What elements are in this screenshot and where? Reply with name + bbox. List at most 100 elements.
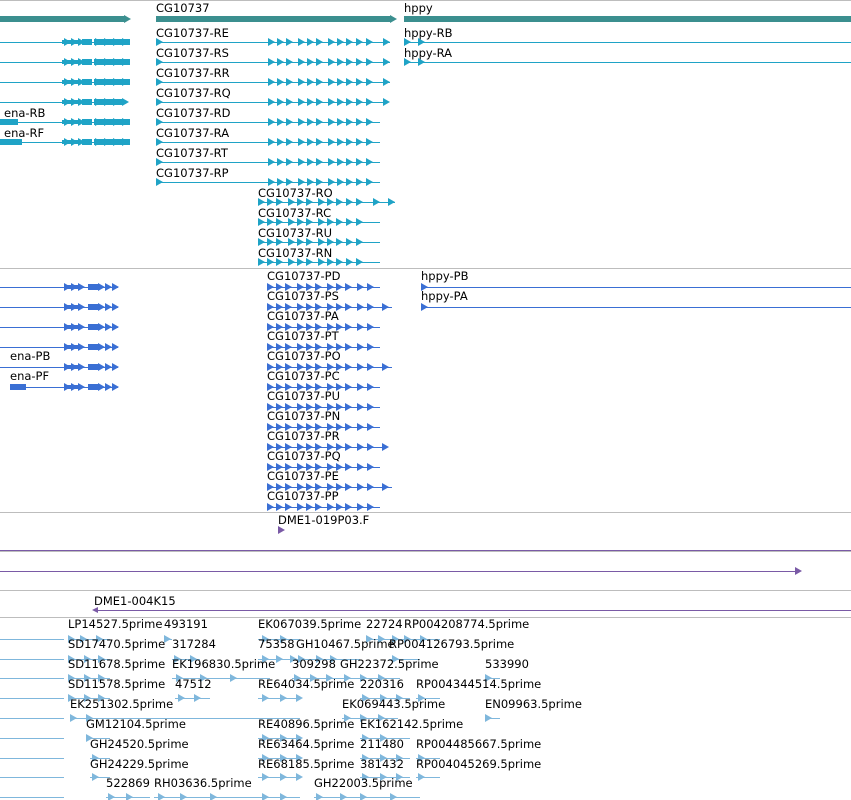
strand-arrow-icon <box>286 98 293 106</box>
feature-label: GH22003.5prime <box>314 776 413 790</box>
strand-arrow-icon <box>306 503 313 511</box>
feature-label: 47512 <box>175 677 212 691</box>
strand-arrow-icon <box>357 503 364 511</box>
strand-arrow-icon <box>210 793 217 800</box>
strand-arrow-icon <box>356 238 363 246</box>
strand-arrow-icon <box>345 283 352 291</box>
feature-exon <box>88 364 98 370</box>
strand-arrow-icon <box>307 58 314 66</box>
strand-arrow-icon <box>346 58 353 66</box>
strand-arrow-icon <box>298 78 305 86</box>
feature-label: SD17470.5prime <box>68 637 166 651</box>
feature-label: GH24520.5prime <box>90 737 189 751</box>
strand-arrow-icon <box>357 383 364 391</box>
feature-label: SD11678.5prime <box>68 657 166 671</box>
est-line <box>0 738 64 739</box>
strand-arrow-icon <box>277 38 284 46</box>
feature-label: EK251302.5prime <box>70 697 174 711</box>
strand-arrow-icon <box>122 118 129 126</box>
strand-arrow-icon <box>388 198 395 206</box>
track-separator <box>0 551 851 552</box>
strand-arrow-icon <box>156 118 163 126</box>
feature-label: 522869 <box>106 776 150 790</box>
strand-arrow-icon <box>178 694 185 702</box>
strand-arrow-icon <box>95 78 102 86</box>
strand-arrow-icon <box>357 463 364 471</box>
strand-arrow-icon <box>277 98 284 106</box>
strand-arrow-icon <box>346 38 353 46</box>
strand-arrow-icon <box>268 158 275 166</box>
strand-arrow-icon <box>156 158 163 166</box>
strand-arrow-icon <box>71 98 78 106</box>
feature-label: CG10737-RD <box>156 106 231 120</box>
strand-arrow-icon <box>356 198 363 206</box>
strand-arrow-icon <box>105 323 112 331</box>
strand-arrow-icon <box>345 403 352 411</box>
strand-arrow-icon <box>105 283 112 291</box>
strand-arrow-icon <box>286 38 293 46</box>
feature-exon <box>156 16 390 22</box>
strand-arrow-icon <box>327 503 334 511</box>
strand-arrow-icon <box>383 78 390 86</box>
strand-arrow-icon <box>104 138 111 146</box>
strand-arrow-icon <box>122 58 129 66</box>
strand-arrow-icon <box>276 258 283 266</box>
strand-arrow-icon <box>336 198 343 206</box>
strand-arrow-icon <box>404 58 411 66</box>
strand-arrow-icon <box>328 98 335 106</box>
strand-arrow-icon <box>286 138 293 146</box>
feature-intron-line <box>421 287 851 288</box>
strand-arrow-icon <box>307 98 314 106</box>
strand-arrow-icon <box>267 218 274 226</box>
strand-arrow-icon <box>346 98 353 106</box>
strand-arrow-icon <box>346 78 353 86</box>
strand-arrow-icon <box>356 178 363 186</box>
feature-label: ena-PB <box>10 349 51 363</box>
strand-arrow-icon <box>194 694 201 702</box>
feature-label: hppy-RA <box>404 46 453 60</box>
strand-arrow-icon <box>268 118 275 126</box>
strand-arrow-icon <box>307 178 314 186</box>
feature-exon <box>0 139 22 145</box>
feature-label: CG10737-PS <box>267 289 339 303</box>
strand-arrow-icon <box>71 58 78 66</box>
strand-arrow-icon <box>345 323 352 331</box>
strand-arrow-icon <box>318 238 325 246</box>
feature-label: EN09963.5prime <box>485 697 582 711</box>
strand-arrow-icon <box>95 38 102 46</box>
strand-arrow-icon <box>286 78 293 86</box>
strand-arrow-icon <box>78 303 85 311</box>
strand-arrow-icon <box>382 483 389 491</box>
strand-arrow-icon <box>267 258 274 266</box>
strand-arrow-icon <box>64 363 71 371</box>
strand-arrow-icon <box>367 383 374 391</box>
strand-arrow-icon <box>126 793 133 800</box>
strand-arrow-icon <box>383 58 390 66</box>
est-line <box>0 659 64 660</box>
strand-arrow-icon <box>356 218 363 226</box>
feature-label: hppy <box>404 1 433 15</box>
strand-arrow-icon <box>64 118 71 126</box>
strand-arrow-icon <box>105 303 112 311</box>
strand-arrow-icon <box>337 58 344 66</box>
feature-label: CG10737-RT <box>156 146 228 160</box>
strand-arrow-icon <box>298 38 305 46</box>
strand-arrow-icon <box>113 38 120 46</box>
strand-arrow-icon <box>98 303 105 311</box>
feature-label: RP004045269.5prime <box>416 757 542 771</box>
strand-arrow-icon <box>357 423 364 431</box>
strand-arrow-icon <box>357 283 364 291</box>
feature-label: hppy-PB <box>421 269 469 283</box>
strand-arrow-icon <box>485 714 492 722</box>
strand-arrow-icon <box>328 118 335 126</box>
strand-arrow-icon <box>104 118 111 126</box>
strand-arrow-icon <box>113 118 120 126</box>
strand-arrow-icon <box>71 38 78 46</box>
strand-arrow-icon <box>418 773 425 781</box>
strand-arrow-icon <box>280 694 287 702</box>
strand-arrow-icon <box>71 323 78 331</box>
feature-label: DME1-004K15 <box>94 594 176 608</box>
strand-arrow-icon <box>345 343 352 351</box>
est-line <box>0 698 64 699</box>
strand-arrow-icon <box>336 218 343 226</box>
